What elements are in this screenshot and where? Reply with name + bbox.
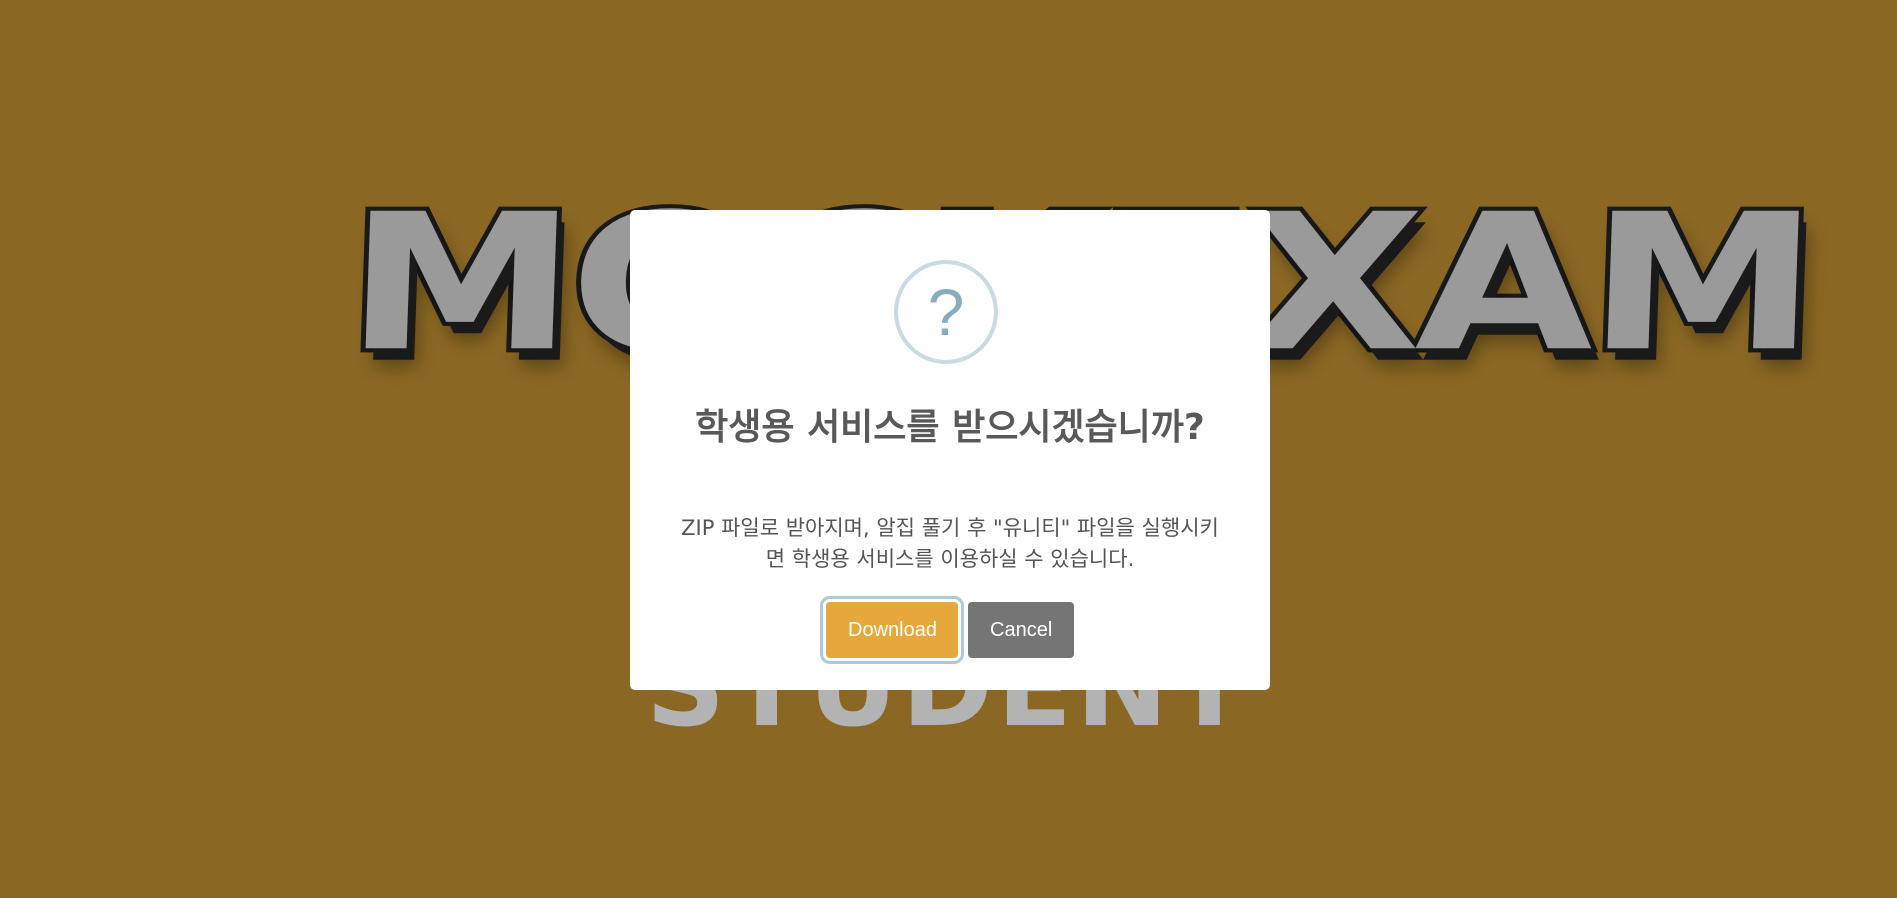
confirm-dialog: ? 학생용 서비스를 받으시겠습니까? ZIP 파일로 받아지며, 알집 풀기 … — [630, 210, 1270, 690]
question-glyph: ? — [927, 275, 965, 349]
page-background: MOCKEXAM STUDENT ? 학생용 서비스를 받으시겠습니까? ZIP… — [0, 0, 1897, 898]
question-icon: ? — [894, 260, 998, 364]
dialog-actions: Download Cancel — [630, 602, 1270, 658]
dialog-message: ZIP 파일로 받아지며, 알집 풀기 후 "유니티" 파일을 실행시키면 학생… — [681, 516, 1219, 571]
download-button[interactable]: Download — [826, 602, 958, 658]
dialog-title: 학생용 서비스를 받으시겠습니까? — [695, 407, 1205, 448]
cancel-button[interactable]: Cancel — [968, 602, 1074, 658]
